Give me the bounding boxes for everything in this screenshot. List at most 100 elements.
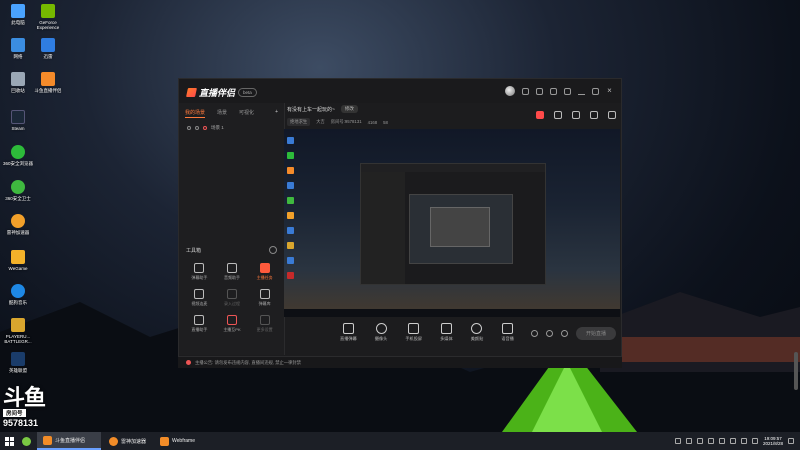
tool-live-assistant[interactable]: 直播助手	[183, 315, 216, 333]
preview-icon	[287, 137, 294, 144]
desktop-icon-kugou[interactable]: 酷狗音乐	[0, 284, 36, 305]
start-button[interactable]	[0, 432, 18, 450]
network-icon[interactable]	[729, 438, 736, 444]
audio-icon	[226, 263, 237, 273]
preview-icon	[287, 212, 294, 219]
preview-icon	[287, 242, 294, 249]
tab-visual[interactable]: 可视化	[239, 109, 254, 118]
preview-icon	[287, 197, 294, 204]
desktop-icon-lol[interactable]: 英雄联盟	[0, 352, 36, 373]
category-badge[interactable]: 绝地求生	[287, 118, 311, 126]
tool-record[interactable]: 录入过程	[216, 289, 249, 307]
preview-icon	[287, 182, 294, 189]
tool-video-link[interactable]: 视频连麦	[183, 289, 216, 307]
watermark-tag: 房间号	[3, 409, 26, 417]
desktop-icon-geforce[interactable]: GeForce Experience	[30, 4, 66, 30]
task-icon	[259, 263, 270, 273]
taskbar-search-icon[interactable]	[18, 432, 35, 450]
douyu-watermark: 斗鱼 房间号 9578131	[3, 387, 61, 428]
tool-anchor-task[interactable]: 主播任务	[248, 263, 281, 281]
tab-scenes[interactable]: 场景	[217, 109, 227, 118]
message-icon[interactable]	[522, 87, 529, 95]
scene-name: 场景 1	[211, 125, 224, 130]
taskbar-app-douyu[interactable]: 斗鱼直播伴侣	[37, 432, 101, 450]
lock-icon[interactable]	[195, 126, 199, 130]
clock-date: 2021/8/28	[762, 441, 783, 446]
edit-title-button[interactable]: 修改	[340, 105, 358, 113]
toolbox-grid: 弹幕助手 音频助手 主播任务 视频连麦 录入过程 弹幕库 直播助手 主播互PK …	[183, 263, 281, 333]
preview-desktop-icons	[287, 137, 294, 279]
minimize-icon[interactable]	[578, 88, 585, 95]
user-avatar[interactable]	[505, 86, 515, 96]
desktop-icon-pubg[interactable]: PLAYERU... BATTLEGR...	[0, 318, 36, 344]
notification-icon[interactable]	[788, 438, 794, 444]
desktop-icon-xunlei[interactable]: 迅雷	[30, 38, 66, 59]
share-icon[interactable]	[608, 111, 616, 119]
tray-icon[interactable]	[685, 438, 692, 444]
scroll-indicator[interactable]	[794, 352, 798, 390]
fans-count: 58	[383, 119, 388, 125]
douyu-app-icon	[43, 435, 52, 445]
app-version-badge[interactable]: beta	[238, 88, 257, 97]
tag-label: 大吉	[316, 119, 325, 124]
shirt-icon[interactable]	[550, 87, 557, 95]
tray-icon[interactable]	[674, 438, 681, 444]
ime-icon[interactable]	[751, 438, 758, 444]
desktop-icon-leishen[interactable]: 雷神加速器	[0, 214, 36, 235]
tool-danmu-assistant[interactable]: 弹幕助手	[183, 263, 216, 281]
tray-icon[interactable]	[707, 438, 714, 444]
layout-icon[interactable]	[572, 111, 580, 119]
preview-icon	[287, 227, 294, 234]
pk-icon	[226, 315, 237, 325]
preview-icon	[287, 272, 294, 279]
tool-audio-assistant[interactable]: 音频助手	[216, 263, 249, 281]
tool-more-settings[interactable]: 更多设置	[248, 315, 281, 333]
maximize-icon[interactable]	[592, 87, 599, 95]
tab-my-scenes[interactable]: 我的场景	[185, 109, 206, 118]
bell-icon[interactable]	[590, 111, 598, 119]
scene-sidebar: 我的场景 场景 可视化 + 场景 1 工具箱 弹幕助手 音频助手 主播任务 视频…	[179, 103, 285, 355]
record-icon	[226, 289, 237, 299]
hot-count: 4168	[367, 119, 378, 125]
tray-icon[interactable]	[696, 438, 703, 444]
windows-taskbar: 斗鱼直播伴侣 雷神加速器 Webframe 19:09:57 2021/8/28	[0, 432, 800, 450]
sidebar-tabs: 我的场景 场景 可视化 +	[179, 103, 284, 122]
assistant-icon	[194, 315, 205, 325]
tool-danmu-library[interactable]: 弹幕库	[248, 289, 281, 307]
skin-icon[interactable]	[536, 87, 543, 95]
watermark-room-id: 9578131	[3, 418, 39, 428]
title-bar-controls: ×	[505, 86, 613, 96]
preview-taskbar	[284, 309, 620, 317]
desktop-icon-steam[interactable]: Steam	[0, 110, 36, 131]
taskbar-clock[interactable]: 19:09:57 2021/8/28	[763, 436, 783, 447]
desktop-icon-douyu[interactable]: 斗鱼直播伴侣	[30, 72, 66, 93]
taskbar-app-webframe[interactable]: Webframe	[154, 432, 201, 450]
desktop-icon-wegame[interactable]: WeGame	[0, 250, 36, 271]
menu-icon[interactable]	[564, 87, 571, 95]
toolbox-more-icon[interactable]	[269, 246, 277, 254]
gift-icon[interactable]	[536, 111, 544, 119]
volume-icon[interactable]	[740, 438, 747, 444]
visibility-icon[interactable]	[187, 126, 191, 130]
tool-anchor-pk[interactable]: 主播互PK	[216, 315, 249, 333]
desktop-icon-360-security[interactable]: 360安全卫士	[0, 180, 36, 201]
settings-icon	[259, 315, 270, 325]
watermark-brand: 斗鱼	[3, 385, 46, 410]
add-scene-icon[interactable]: +	[275, 109, 278, 118]
video-link-icon	[194, 289, 205, 299]
room-title: 有没有上车一起玩的~	[287, 106, 335, 113]
scene-item[interactable]: 场景 1	[179, 122, 284, 134]
stream-preview[interactable]	[284, 129, 620, 317]
system-tray: 19:09:57 2021/8/28	[674, 436, 800, 447]
app-name: 直播伴侣	[199, 88, 236, 98]
lock-icon[interactable]	[554, 111, 562, 119]
library-icon	[259, 289, 270, 299]
scene-type-icon	[203, 126, 207, 130]
toolbox-title: 工具箱	[186, 248, 202, 254]
preview-icon	[287, 257, 294, 264]
tray-icon[interactable]	[718, 438, 725, 444]
desktop-icon-360-browser[interactable]: 360安全浏览器	[0, 145, 36, 166]
close-icon[interactable]: ×	[606, 86, 613, 95]
taskbar-app-leishen[interactable]: 雷神加速器	[103, 432, 152, 450]
webframe-app-icon	[160, 436, 170, 446]
